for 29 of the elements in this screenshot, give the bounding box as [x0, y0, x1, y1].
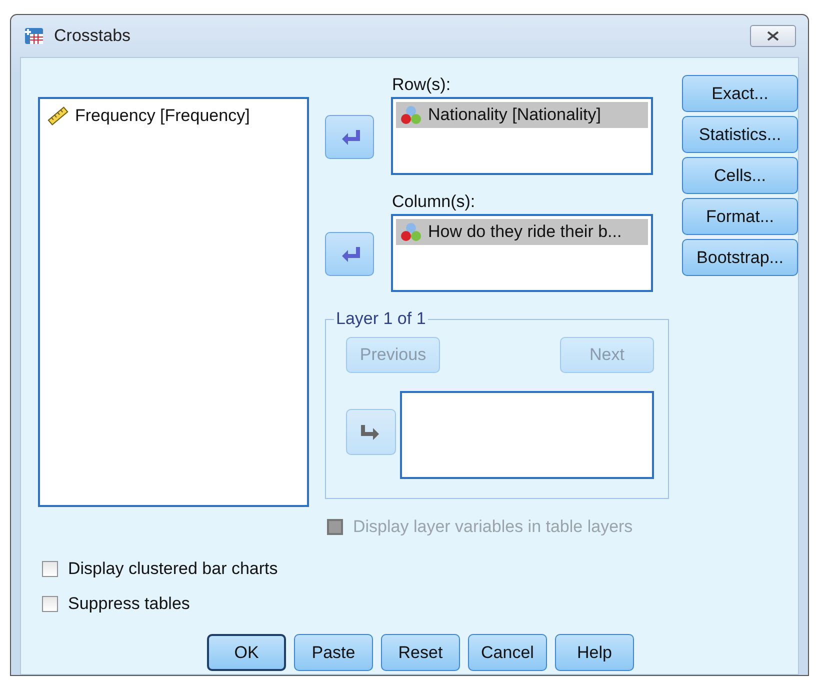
- balls-icon: [400, 105, 422, 125]
- right-arrow-icon: [361, 424, 381, 440]
- dialog-button[interactable]: OK: [207, 634, 286, 671]
- move-button[interactable]: [325, 232, 374, 276]
- window-title: Crosstabs: [54, 26, 132, 46]
- list-label: Column(s):: [392, 192, 476, 213]
- dialog-button[interactable]: Reset: [381, 634, 460, 671]
- group-title: Layer 1 of 1: [335, 309, 427, 329]
- table-icon: [24, 26, 46, 46]
- move-button[interactable]: [325, 115, 374, 159]
- close-button[interactable]: [750, 25, 796, 47]
- option-checkbox[interactable]: Suppress tables: [42, 592, 190, 616]
- variable-item[interactable]: Nationality [Nationality]: [396, 102, 648, 128]
- dialog-button[interactable]: Cancel: [468, 634, 547, 671]
- dialog-button[interactable]: Bootstrap...: [682, 239, 798, 276]
- dialog-button[interactable]: Statistics...: [682, 116, 798, 153]
- dialog-button[interactable]: Paste: [294, 634, 373, 671]
- close-icon: [766, 31, 780, 41]
- dialog-button[interactable]: Help: [555, 634, 634, 671]
- left-arrow-icon: [340, 246, 360, 262]
- option-checkbox[interactable]: Display clustered bar charts: [42, 557, 278, 581]
- dialog-button[interactable]: Exact...: [682, 75, 798, 112]
- variable-item[interactable]: Frequency [Frequency]: [43, 103, 293, 129]
- dialog-button[interactable]: Cells...: [682, 157, 798, 194]
- variable-item[interactable]: How do they ride their b...: [396, 219, 648, 245]
- balls-icon: [400, 222, 422, 242]
- left-arrow-icon: [340, 129, 360, 145]
- list-label: Row(s):: [392, 75, 452, 96]
- dialog-button[interactable]: Format...: [682, 198, 798, 235]
